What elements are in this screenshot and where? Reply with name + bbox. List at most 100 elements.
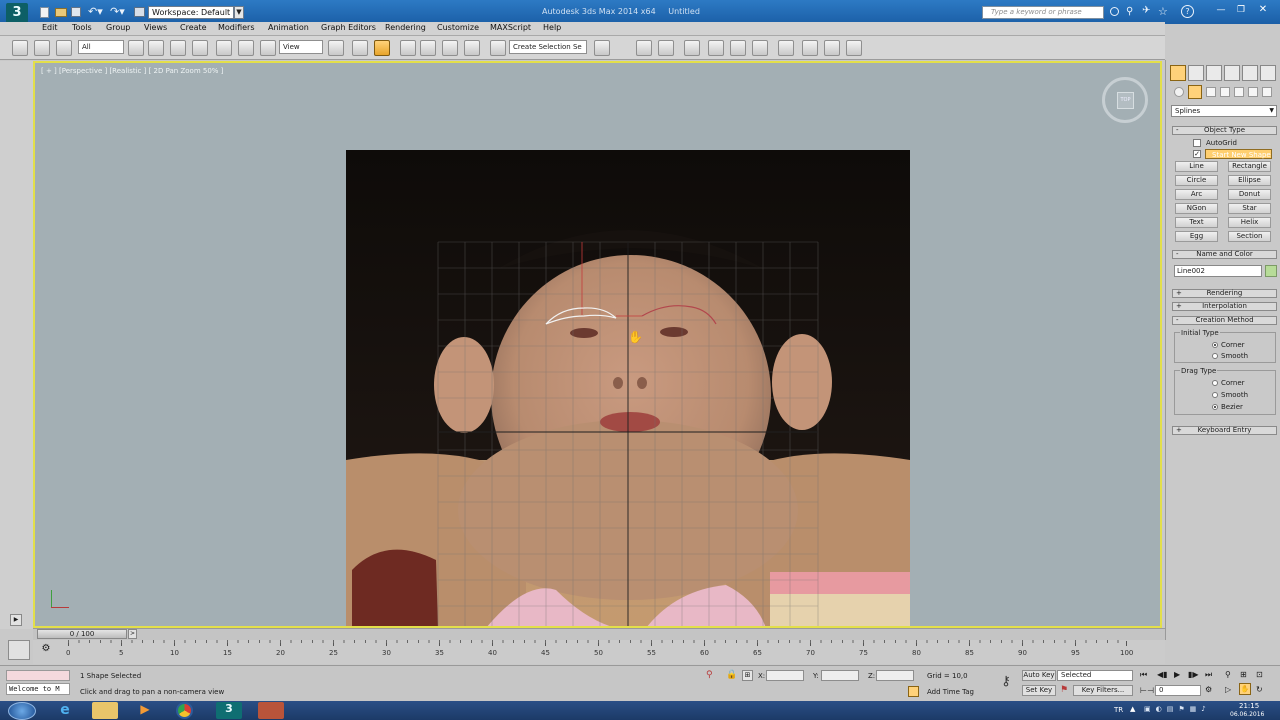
motion-tab-icon[interactable] xyxy=(1224,65,1240,81)
menu-rendering[interactable]: Rendering xyxy=(385,23,426,32)
rectangle-button[interactable]: Rectangle xyxy=(1228,161,1271,172)
donut-button[interactable]: Donut xyxy=(1228,189,1271,200)
previous-frame-icon[interactable]: ◀▮ xyxy=(1157,670,1168,679)
internet-explorer-icon[interactable]: e xyxy=(52,702,78,719)
line-button[interactable]: Line xyxy=(1175,161,1218,172)
move-icon[interactable] xyxy=(216,40,232,56)
start-new-shape-checkbox[interactable]: ✓ xyxy=(1193,150,1201,158)
add-time-tag-label[interactable]: Add Time Tag xyxy=(927,688,974,696)
start-button[interactable] xyxy=(8,702,36,720)
time-configuration-icon[interactable]: ⚙ xyxy=(1205,685,1212,694)
isolate-status-icon[interactable]: ⚲ xyxy=(706,670,713,680)
play-icon[interactable]: ▶ xyxy=(1174,670,1180,679)
help-icon[interactable]: ? xyxy=(1181,5,1194,18)
start-new-shape-button[interactable]: Start New Shape xyxy=(1205,149,1272,159)
helpers-category-icon[interactable] xyxy=(1234,87,1244,97)
project-folder-icon[interactable] xyxy=(134,7,145,17)
zoom-icon[interactable]: ⚲ xyxy=(1225,670,1231,679)
initial-smooth-radio[interactable] xyxy=(1212,353,1218,359)
file-explorer-icon[interactable] xyxy=(92,702,118,719)
add-time-tag-icon[interactable] xyxy=(908,686,919,697)
create-tab-icon[interactable] xyxy=(1170,65,1186,81)
communication-icon[interactable]: ✈ xyxy=(1142,5,1150,16)
curve-editor-icon[interactable] xyxy=(730,40,746,56)
track-bar-settings-icon[interactable]: ⚙ xyxy=(38,643,54,657)
language-indicator[interactable]: TR xyxy=(1114,706,1123,714)
graphite-toggle-icon[interactable] xyxy=(708,40,724,56)
menu-views[interactable]: Views xyxy=(144,23,167,32)
menu-tools[interactable]: Tools xyxy=(72,23,92,32)
link-icon[interactable] xyxy=(12,40,28,56)
ngon-button[interactable]: NGon xyxy=(1175,203,1218,214)
selection-filter-dropdown[interactable]: All xyxy=(78,40,124,54)
select-by-name-icon[interactable] xyxy=(148,40,164,56)
percent-snap-icon[interactable] xyxy=(442,40,458,56)
next-frame-icon[interactable]: ▮▶ xyxy=(1188,670,1199,679)
viewcube-top-face[interactable]: TOP xyxy=(1117,92,1134,109)
menu-animation[interactable]: Animation xyxy=(268,23,309,32)
autogrid-checkbox[interactable] xyxy=(1193,139,1201,147)
subscription-icon[interactable]: ⚲ xyxy=(1126,6,1133,17)
favorites-star-icon[interactable]: ☆ xyxy=(1158,5,1168,18)
egg-button[interactable]: Egg xyxy=(1175,231,1218,242)
isolate-selection-icon[interactable] xyxy=(594,40,610,56)
zoom-extents-icon[interactable]: ⊡ xyxy=(1256,670,1263,679)
key-filters-icon[interactable]: ⚑ xyxy=(1060,685,1068,695)
scale-icon[interactable] xyxy=(260,40,276,56)
star-button[interactable]: Star xyxy=(1228,203,1271,214)
drag-smooth-radio[interactable] xyxy=(1212,392,1218,398)
modify-tab-icon[interactable] xyxy=(1188,65,1204,81)
geometry-category-icon[interactable] xyxy=(1174,87,1184,97)
circle-button[interactable]: Circle xyxy=(1175,175,1218,186)
viewcube[interactable]: TOP xyxy=(1102,77,1148,123)
initial-corner-radio[interactable] xyxy=(1212,342,1218,348)
category-dropdown[interactable]: Splines ▼ xyxy=(1171,105,1277,117)
bind-space-warp-icon[interactable] xyxy=(56,40,72,56)
redo-icon[interactable]: ↷▾ xyxy=(110,5,125,18)
edit-named-selection-icon[interactable] xyxy=(490,40,506,56)
mini-curve-editor-icon[interactable] xyxy=(8,640,30,660)
chrome-icon[interactable] xyxy=(176,702,193,719)
workspace-dropdown[interactable]: Workspace: Default xyxy=(148,6,234,19)
save-file-icon[interactable] xyxy=(71,7,81,17)
object-type-rollout[interactable]: - Object Type xyxy=(1172,126,1277,135)
y-coordinate-field[interactable] xyxy=(821,670,859,681)
close-button[interactable]: ✕ xyxy=(1252,4,1274,18)
viewport-label[interactable]: [ + ] [Perspective ] [Realistic ] [ 2D P… xyxy=(41,67,223,75)
key-mode-toggle-icon[interactable]: ⊢⊣ xyxy=(1140,686,1154,695)
new-file-icon[interactable] xyxy=(40,7,49,18)
set-key-button[interactable]: Set Key xyxy=(1022,685,1056,696)
drag-bezier-radio[interactable] xyxy=(1212,404,1218,410)
menu-help[interactable]: Help xyxy=(543,23,561,32)
paint-app-icon[interactable] xyxy=(258,702,284,719)
pivot-center-icon[interactable] xyxy=(328,40,344,56)
systems-category-icon[interactable] xyxy=(1262,87,1272,97)
align-icon[interactable] xyxy=(658,40,674,56)
set-key-icon[interactable]: ⚷ xyxy=(996,674,1016,690)
3dsmax-taskbar-icon[interactable]: 3 xyxy=(216,702,242,719)
display-tab-icon[interactable] xyxy=(1242,65,1258,81)
undo-icon[interactable]: ↶▾ xyxy=(88,5,103,18)
current-frame-field[interactable]: 0 xyxy=(1155,685,1201,696)
app-logo-icon[interactable]: 3 xyxy=(6,3,28,23)
layer-manager-icon[interactable] xyxy=(684,40,700,56)
drag-corner-radio[interactable] xyxy=(1212,380,1218,386)
selection-lock-icon[interactable]: 🔒 xyxy=(726,670,737,680)
arc-button[interactable]: Arc xyxy=(1175,189,1218,200)
perspective-viewport[interactable]: [ + ] [Perspective ] [Realistic ] [ 2D P… xyxy=(33,61,1162,628)
cameras-category-icon[interactable] xyxy=(1220,87,1230,97)
track-bar[interactable]: ⚙ 0 5 10 15 20 25 30 35 40 45 50 55 60 6… xyxy=(8,640,1165,664)
ellipse-button[interactable]: Ellipse xyxy=(1228,175,1271,186)
text-button[interactable]: Text xyxy=(1175,217,1218,228)
interpolation-rollout[interactable]: + Interpolation xyxy=(1172,302,1277,311)
maxscript-listener-input[interactable]: Welcome to M xyxy=(6,683,70,695)
go-to-end-icon[interactable]: ⏭ xyxy=(1205,670,1212,680)
workspace-chevron-down-icon[interactable]: ▼ xyxy=(234,6,244,19)
mirror-icon[interactable] xyxy=(636,40,652,56)
field-of-view-icon[interactable]: ▷ xyxy=(1225,685,1231,694)
scroll-right-icon[interactable]: ▶ xyxy=(10,614,22,626)
select-object-icon[interactable] xyxy=(128,40,144,56)
keyboard-shortcut-toggle-icon[interactable] xyxy=(374,40,390,56)
zoom-all-icon[interactable]: ⊞ xyxy=(1240,670,1247,679)
face-texture-image[interactable] xyxy=(346,150,910,626)
